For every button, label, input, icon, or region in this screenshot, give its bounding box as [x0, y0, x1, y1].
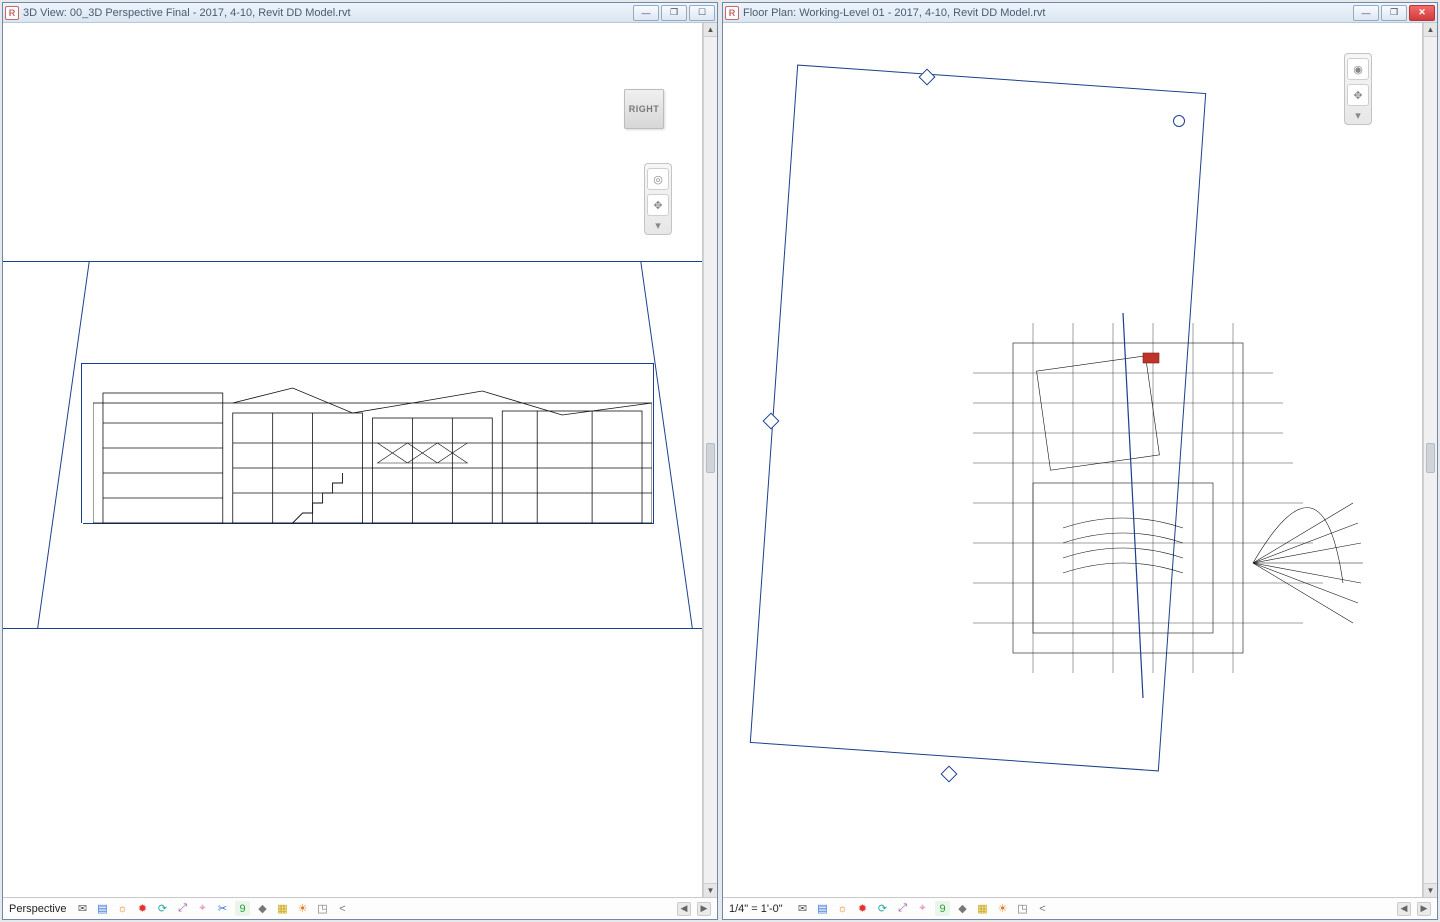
minimize-button-right[interactable]: —	[1353, 5, 1379, 21]
hscroll-right-icon[interactable]: ▶	[1417, 902, 1431, 916]
floor-plan-drawing	[973, 303, 1373, 703]
analytical-model-icon[interactable]: ▦	[275, 901, 290, 916]
reveal-constraints-icon[interactable]: ◳	[315, 901, 330, 916]
crop-view-icon[interactable]: ⤢	[175, 901, 190, 916]
shadows-icon[interactable]: ✹	[135, 901, 150, 916]
revit-doc-icon: R	[725, 6, 739, 20]
viewport-plan[interactable]: ◉ ✥ ▾ ▲ ▼	[723, 23, 1437, 897]
minimize-button-left[interactable]: —	[633, 5, 659, 21]
view-control-bar-left: Perspective ✉ ▤ ☼ ✹ ⟳ ⤢ ⌖ ✂ 9 ◆ ▦ ☀ ◳ < …	[3, 897, 717, 919]
model-graphics-icon[interactable]: ✉	[75, 901, 90, 916]
view-mode-label[interactable]: Perspective	[9, 903, 69, 915]
title-left: 3D View: 00_3D Perspective Final - 2017,…	[23, 7, 633, 19]
revit-doc-icon: R	[5, 6, 19, 20]
scale-label[interactable]: 1/4" = 1'-0"	[729, 903, 789, 915]
nav-wheel-icon[interactable]: ◎	[647, 168, 669, 190]
section-line	[3, 261, 702, 262]
vc-more-icon[interactable]: <	[335, 901, 350, 916]
titlebar-left[interactable]: R 3D View: 00_3D Perspective Final - 201…	[3, 3, 717, 23]
rendering-icon[interactable]: ⟳	[155, 901, 170, 916]
nav-pan-icon[interactable]: ✥	[1347, 84, 1369, 106]
scroll-down-icon[interactable]: ▼	[704, 883, 717, 897]
maximize-button-left[interactable]: ☐	[689, 5, 715, 21]
vertical-scrollbar-left[interactable]: ▲ ▼	[703, 23, 717, 897]
shadows-icon[interactable]: ✹	[855, 901, 870, 916]
nav-home-icon[interactable]: ◉	[1347, 58, 1369, 80]
rendering-icon[interactable]: ⟳	[875, 901, 890, 916]
drag-handle-bottom[interactable]	[941, 766, 958, 783]
scroll-down-icon[interactable]: ▼	[1424, 883, 1437, 897]
viewport-3d[interactable]: RIGHT ◎ ✥ ▾ ▲ ▼	[3, 23, 717, 897]
unlocked-3d-icon[interactable]: ✂	[215, 901, 230, 916]
navigation-bar-plan: ◉ ✥ ▾	[1344, 53, 1372, 125]
restore-button-left[interactable]: ❐	[661, 5, 687, 21]
highlight-disp-icon[interactable]: ☀	[295, 901, 310, 916]
building-section-drawing	[93, 383, 652, 533]
sun-path-icon[interactable]: ☼	[115, 901, 130, 916]
scroll-thumb[interactable]	[1426, 443, 1435, 473]
temp-hide-icon[interactable]: 9	[935, 901, 950, 916]
temp-hide-icon[interactable]: 9	[235, 901, 250, 916]
title-right: Floor Plan: Working-Level 01 - 2017, 4-1…	[743, 7, 1353, 19]
viewcube[interactable]: RIGHT	[616, 81, 672, 137]
nav-expand-icon[interactable]: ▾	[647, 220, 669, 230]
crop-view-icon[interactable]: ⤢	[895, 901, 910, 916]
visual-style-icon[interactable]: ▤	[815, 901, 830, 916]
hscroll-left-icon[interactable]: ◀	[677, 902, 691, 916]
hscroll-left-icon[interactable]: ◀	[1397, 902, 1411, 916]
view-control-icons-right: ✉ ▤ ☼ ✹ ⟳ ⤢ ⌖ 9 ◆ ▦ ☀ ◳ <	[795, 901, 1050, 916]
scroll-up-icon[interactable]: ▲	[704, 23, 717, 37]
hscroll-right-icon[interactable]: ▶	[697, 902, 711, 916]
viewcube-face-label[interactable]: RIGHT	[624, 89, 664, 129]
restore-button-right[interactable]: ❐	[1381, 5, 1407, 21]
rotate-handle[interactable]	[1173, 115, 1185, 127]
view-control-bar-right: 1/4" = 1'-0" ✉ ▤ ☼ ✹ ⟳ ⤢ ⌖ 9 ◆ ▦ ☀ ◳ < ◀…	[723, 897, 1437, 919]
crop-region-visible-icon[interactable]: ⌖	[195, 901, 210, 916]
close-button-right[interactable]: ✕	[1409, 5, 1435, 21]
reveal-constraints-icon[interactable]: ◳	[1015, 901, 1030, 916]
section-line	[81, 363, 654, 364]
section-line	[3, 628, 702, 629]
view-control-icons-left: ✉ ▤ ☼ ✹ ⟳ ⤢ ⌖ ✂ 9 ◆ ▦ ☀ ◳ <	[75, 901, 350, 916]
titlebar-right[interactable]: R Floor Plan: Working-Level 01 - 2017, 4…	[723, 3, 1437, 23]
visual-style-icon[interactable]: ▤	[95, 901, 110, 916]
analytical-model-icon[interactable]: ▦	[975, 901, 990, 916]
reveal-hidden-icon[interactable]: ◆	[955, 901, 970, 916]
vc-more-icon[interactable]: <	[1035, 901, 1050, 916]
section-line	[81, 363, 82, 523]
section-line	[653, 363, 654, 523]
reveal-hidden-icon[interactable]: ◆	[255, 901, 270, 916]
scroll-thumb[interactable]	[706, 443, 715, 473]
scroll-up-icon[interactable]: ▲	[1424, 23, 1437, 37]
highlight-disp-icon[interactable]: ☀	[995, 901, 1010, 916]
crop-region-visible-icon[interactable]: ⌖	[915, 901, 930, 916]
nav-pan-icon[interactable]: ✥	[647, 194, 669, 216]
vertical-scrollbar-right[interactable]: ▲ ▼	[1423, 23, 1437, 897]
navigation-bar: ◎ ✥ ▾	[644, 163, 672, 235]
nav-expand-icon[interactable]: ▾	[1347, 110, 1369, 120]
pane-3d-view: R 3D View: 00_3D Perspective Final - 201…	[2, 2, 718, 920]
pane-floor-plan: R Floor Plan: Working-Level 01 - 2017, 4…	[722, 2, 1438, 920]
model-graphics-icon[interactable]: ✉	[795, 901, 810, 916]
sun-path-icon[interactable]: ☼	[835, 901, 850, 916]
